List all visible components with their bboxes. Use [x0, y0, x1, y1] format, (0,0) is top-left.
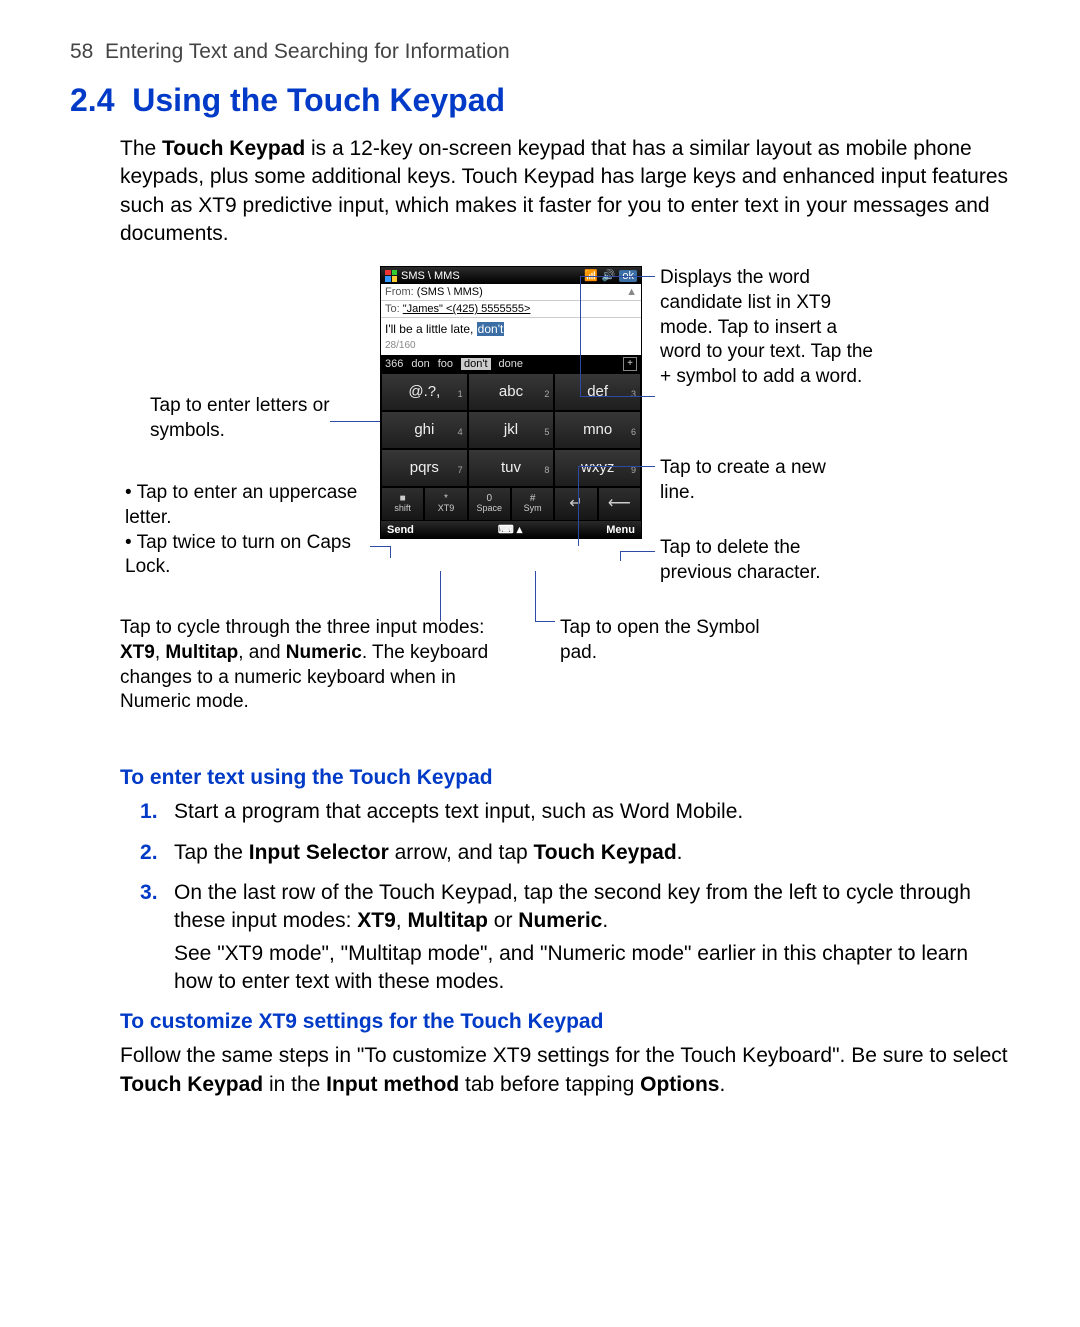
candidate-bar: 366 don foo don't done + [381, 355, 641, 373]
key-7: 7pqrs [381, 449, 468, 487]
callout-candidates: Displays the word candidate list in XT9 … [660, 266, 880, 389]
section-number: 2.4 [70, 82, 114, 118]
key-4: 4ghi [381, 411, 468, 449]
connector-line [580, 276, 655, 277]
callout-sympad: Tap to open the Symbol pad. [560, 616, 760, 665]
keypad-grid: 1@.?, 2abc 3def 4ghi 5jkl 6mno 7pqrs 8tu… [381, 373, 641, 487]
subheading-enter-text: To enter text using the Touch Keypad [120, 766, 1010, 790]
step-3: On the last row of the Touch Keypad, tap… [140, 879, 1010, 996]
key-1: 1@.?, [381, 373, 468, 411]
key-9: 9wxyz [554, 449, 641, 487]
device-mockup: SMS \ MMS 📶 🔊 ok From: (SMS \ MMS) ▲ To:… [380, 266, 642, 539]
connector-line [620, 551, 655, 552]
intro-paragraph: The Touch Keypad is a 12-key on-screen k… [70, 135, 1010, 248]
step-1: Start a program that accepts text input,… [140, 798, 1010, 826]
add-word-button: + [623, 357, 637, 371]
connector-line [580, 396, 655, 397]
section-title: Using the Touch Keypad [132, 82, 505, 118]
key-2: 2abc [468, 373, 555, 411]
connector-line [578, 466, 655, 467]
customize-paragraph: Follow the same steps in "To customize X… [120, 1042, 1010, 1099]
start-icon [385, 270, 397, 282]
callout-delete: Tap to delete the previous character. [660, 536, 860, 585]
connector-line [535, 571, 536, 621]
key-enter: ↵ [554, 487, 597, 521]
connector-line [370, 546, 390, 547]
connector-line [330, 421, 380, 422]
callout-enter: Tap to create a new line. [660, 456, 830, 505]
window-title: SMS \ MMS [401, 270, 460, 282]
step-2: Tap the Input Selector arrow, and tap To… [140, 839, 1010, 867]
chapter-title: Entering Text and Searching for Informat… [105, 40, 510, 63]
key-back: ⟵ [598, 487, 641, 521]
steps-list: Start a program that accepts text input,… [140, 798, 1010, 996]
bottom-row: ■shift *XT9 0Space #Sym ↵ ⟵ [381, 487, 641, 521]
callout-modes: Tap to cycle through the three input mod… [120, 616, 490, 715]
connector-line [580, 276, 581, 397]
key-sym: #Sym [511, 487, 554, 521]
section-heading: 2.4 Using the Touch Keypad [70, 82, 1010, 119]
connector-line [578, 466, 579, 546]
key-8: 8tuv [468, 449, 555, 487]
subheading-customize: To customize XT9 settings for the Touch … [120, 1010, 1010, 1034]
message-area: From: (SMS \ MMS) ▲ To: "James" <(425) 5… [381, 284, 641, 355]
softkey-bar: Send ⌨ ▴ Menu [381, 521, 641, 538]
key-shift: ■shift [381, 487, 424, 521]
callout-shift: • Tap to enter an uppercase letter. • Ta… [125, 481, 375, 580]
key-space: 0Space [468, 487, 511, 521]
annotated-diagram: SMS \ MMS 📶 🔊 ok From: (SMS \ MMS) ▲ To:… [120, 266, 1010, 746]
connector-line [390, 546, 391, 558]
connector-line [440, 571, 441, 621]
key-6: 6mno [554, 411, 641, 449]
key-3: 3def [554, 373, 641, 411]
connector-line [535, 621, 555, 622]
page-number: 58 [70, 40, 93, 63]
callout-letters: Tap to enter letters or symbols. [150, 394, 330, 443]
key-xt9: *XT9 [424, 487, 467, 521]
page-header: 58 Entering Text and Searching for Infor… [70, 40, 1010, 64]
connector-line [620, 551, 621, 561]
key-5: 5jkl [468, 411, 555, 449]
